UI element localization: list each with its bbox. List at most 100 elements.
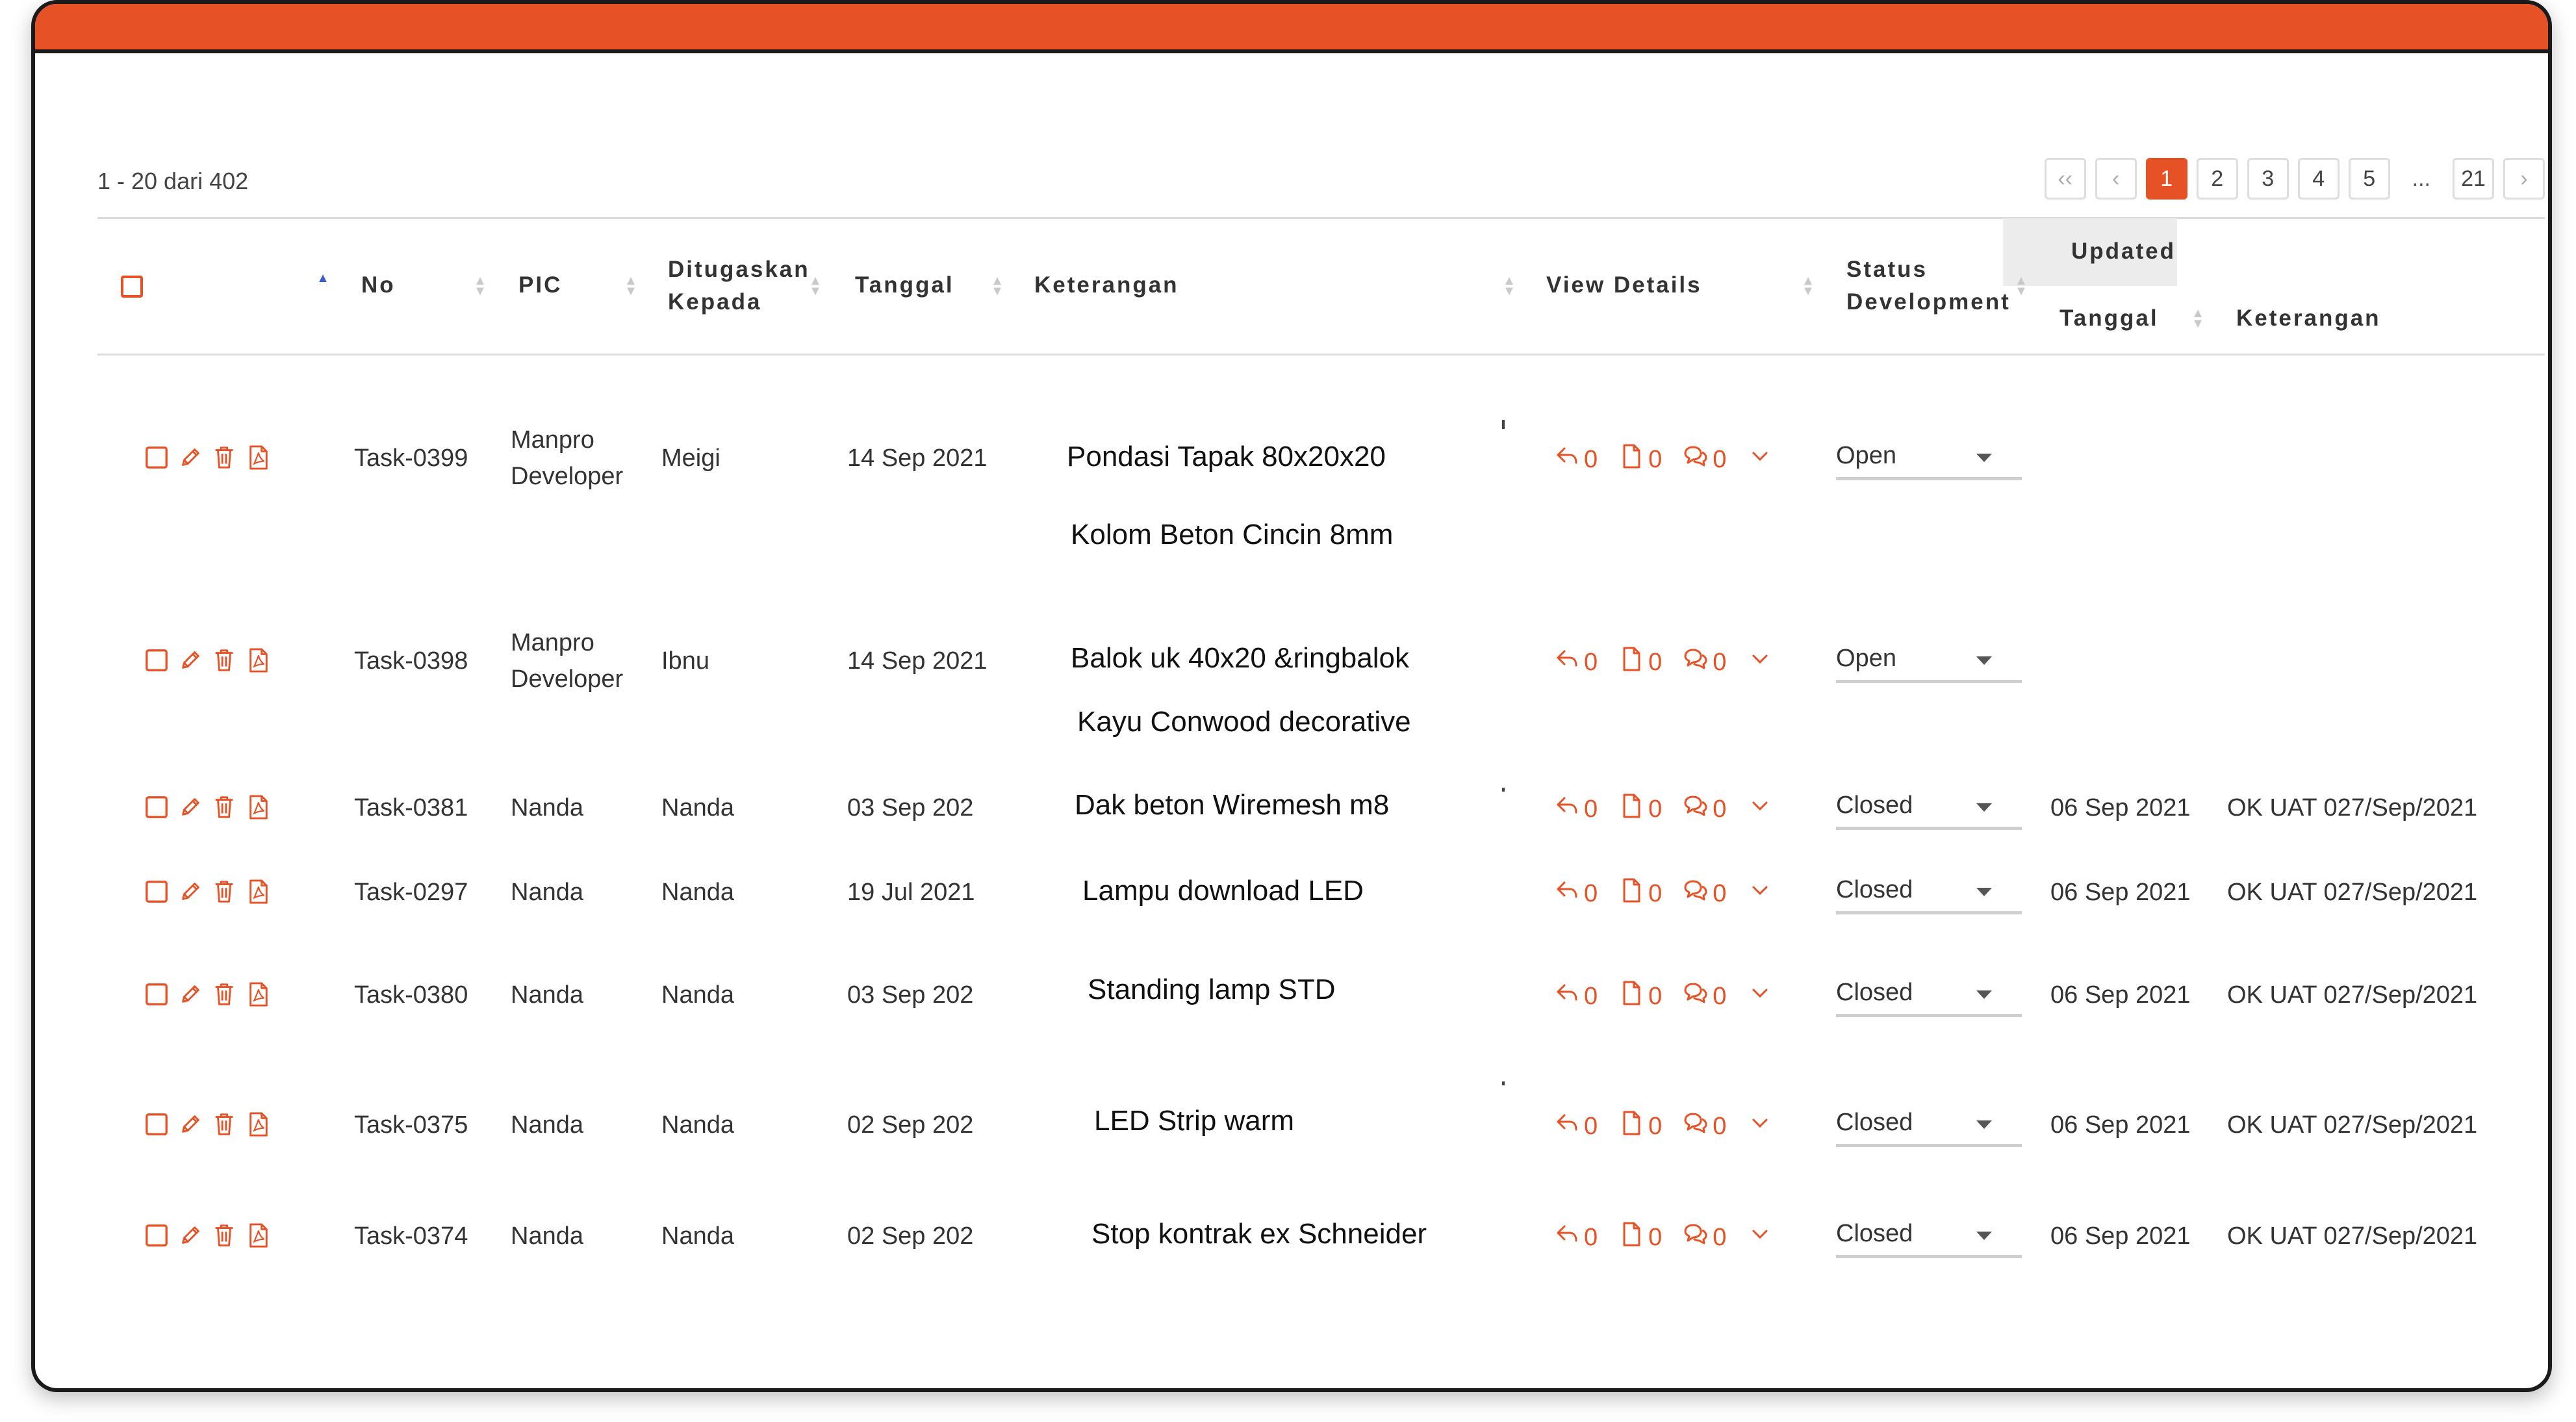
row-checkbox[interactable] (144, 1221, 169, 1250)
column-header-updated-description[interactable]: Keterangan (2236, 302, 2381, 335)
status-select[interactable]: Closed (1836, 789, 2022, 830)
trash-icon[interactable] (212, 980, 236, 1009)
expand-chevron-icon[interactable] (1747, 793, 1773, 825)
task-number[interactable]: Task-0375 (354, 1107, 468, 1143)
pdf-icon[interactable] (246, 443, 270, 472)
files-count[interactable]: 0 (1618, 443, 1662, 476)
expand-chevron-icon[interactable] (1747, 877, 1773, 910)
status-select[interactable]: Closed (1836, 1217, 2022, 1258)
edit-icon[interactable] (178, 793, 203, 821)
status-select[interactable]: Open (1836, 642, 2022, 683)
replies-count[interactable]: 0 (1554, 980, 1598, 1013)
sort-icon-view-details[interactable]: ▲ ▼ (1801, 274, 1815, 298)
task-number[interactable]: Task-0380 (354, 977, 468, 1013)
comments-count[interactable]: 0 (1683, 980, 1726, 1013)
row-checkbox[interactable] (144, 1110, 169, 1139)
sort-icon-assigned-right[interactable]: ▲ ▼ (808, 274, 823, 298)
column-header-description[interactable]: Keterangan (1034, 269, 1179, 302)
column-header-assigned-line2[interactable]: Kepada (668, 286, 761, 318)
replies-count[interactable]: 0 (1554, 877, 1598, 910)
edit-icon[interactable] (178, 646, 203, 675)
files-count[interactable]: 0 (1618, 793, 1662, 825)
replies-count[interactable]: 0 (1554, 646, 1598, 679)
row-checkbox[interactable] (144, 443, 169, 472)
files-count[interactable]: 0 (1618, 646, 1662, 679)
edit-icon[interactable] (178, 443, 203, 472)
expand-chevron-icon[interactable] (1747, 1110, 1773, 1143)
comments-count[interactable]: 0 (1683, 1110, 1726, 1143)
replies-count[interactable]: 0 (1554, 1110, 1598, 1143)
column-header-status-line1[interactable]: Status (1846, 253, 1928, 286)
column-header-view-details[interactable]: View Details (1546, 269, 1702, 302)
pdf-icon[interactable] (246, 793, 270, 821)
task-number[interactable]: Task-0398 (354, 643, 468, 679)
pdf-icon[interactable] (246, 980, 270, 1009)
expand-chevron-icon[interactable] (1747, 980, 1773, 1013)
first-page-button[interactable]: ‹‹ (2044, 158, 2086, 200)
next-page-button[interactable]: › (2503, 158, 2545, 200)
files-count[interactable]: 0 (1618, 1110, 1662, 1143)
column-header-no[interactable]: No (361, 269, 396, 302)
prev-page-button[interactable]: ‹ (2095, 158, 2137, 200)
replies-count[interactable]: 0 (1554, 793, 1598, 825)
row-checkbox[interactable] (144, 980, 169, 1009)
comments-count[interactable]: 0 (1683, 443, 1726, 476)
comments-count[interactable]: 0 (1683, 793, 1726, 825)
column-header-assigned-line1[interactable]: Ditugaskan (668, 253, 810, 286)
task-number[interactable]: Task-0381 (354, 790, 468, 826)
edit-icon[interactable] (178, 1110, 203, 1139)
page-button-3[interactable]: 3 (2247, 158, 2289, 200)
pdf-icon[interactable] (246, 646, 270, 675)
row-checkbox[interactable] (144, 646, 169, 675)
column-header-status-line2[interactable]: Development (1846, 286, 2011, 318)
page-button-2[interactable]: 2 (2196, 158, 2238, 200)
page-button-1[interactable]: 1 (2145, 158, 2187, 200)
comments-count[interactable]: 0 (1683, 1221, 1726, 1254)
column-header-date[interactable]: Tanggal (855, 269, 954, 302)
status-select[interactable]: Open (1836, 439, 2022, 480)
expand-chevron-icon[interactable] (1747, 1221, 1773, 1254)
sort-icon-pic[interactable]: ▲ ▼ (473, 274, 487, 298)
task-number[interactable]: Task-0374 (354, 1219, 468, 1254)
sort-icon-updated-date[interactable]: ▲ ▼ (2191, 307, 2205, 330)
status-select[interactable]: Closed (1836, 873, 2022, 914)
edit-icon[interactable] (178, 980, 203, 1009)
pdf-icon[interactable] (246, 1110, 270, 1139)
replies-count[interactable]: 0 (1554, 443, 1598, 476)
files-count[interactable]: 0 (1618, 877, 1662, 910)
page-button-5[interactable]: 5 (2348, 158, 2390, 200)
trash-icon[interactable] (212, 1221, 236, 1250)
files-count[interactable]: 0 (1618, 980, 1662, 1013)
trash-icon[interactable] (212, 443, 236, 472)
select-all-checkbox[interactable] (121, 276, 143, 298)
row-checkbox[interactable] (144, 793, 169, 821)
edit-icon[interactable] (178, 877, 203, 906)
expand-chevron-icon[interactable] (1747, 443, 1773, 476)
pdf-icon[interactable] (246, 1221, 270, 1250)
task-number[interactable]: Task-0399 (354, 441, 468, 476)
row-checkbox[interactable] (144, 877, 169, 906)
column-header-pic[interactable]: PIC (518, 269, 562, 302)
files-count[interactable]: 0 (1618, 1221, 1662, 1254)
task-number[interactable]: Task-0297 (354, 875, 468, 911)
status-select[interactable]: Closed (1836, 976, 2022, 1017)
column-header-updated-date[interactable]: Tanggal (2060, 302, 2159, 335)
pdf-icon[interactable] (246, 877, 270, 906)
sort-icon-status[interactable]: ▲ ▼ (2014, 274, 2028, 298)
comments-count[interactable]: 0 (1683, 877, 1726, 910)
trash-icon[interactable] (212, 1110, 236, 1139)
sort-icon-assigned[interactable]: ▲ ▼ (624, 274, 638, 298)
trash-icon[interactable] (212, 793, 236, 821)
sort-icon-description[interactable]: ▲ ▼ (1502, 274, 1516, 298)
expand-chevron-icon[interactable] (1747, 646, 1773, 679)
page-button-4[interactable]: 4 (2297, 158, 2340, 200)
page-button-last[interactable]: 21 (2453, 158, 2494, 200)
sort-icon-date[interactable]: ▲ ▼ (990, 274, 1004, 298)
replies-count[interactable]: 0 (1554, 1221, 1598, 1254)
comments-count[interactable]: 0 (1683, 646, 1726, 679)
edit-icon[interactable] (178, 1221, 203, 1250)
status-select[interactable]: Closed (1836, 1106, 2022, 1147)
trash-icon[interactable] (212, 877, 236, 906)
trash-icon[interactable] (212, 646, 236, 675)
sort-icon-no[interactable]: ▲ (316, 272, 330, 285)
